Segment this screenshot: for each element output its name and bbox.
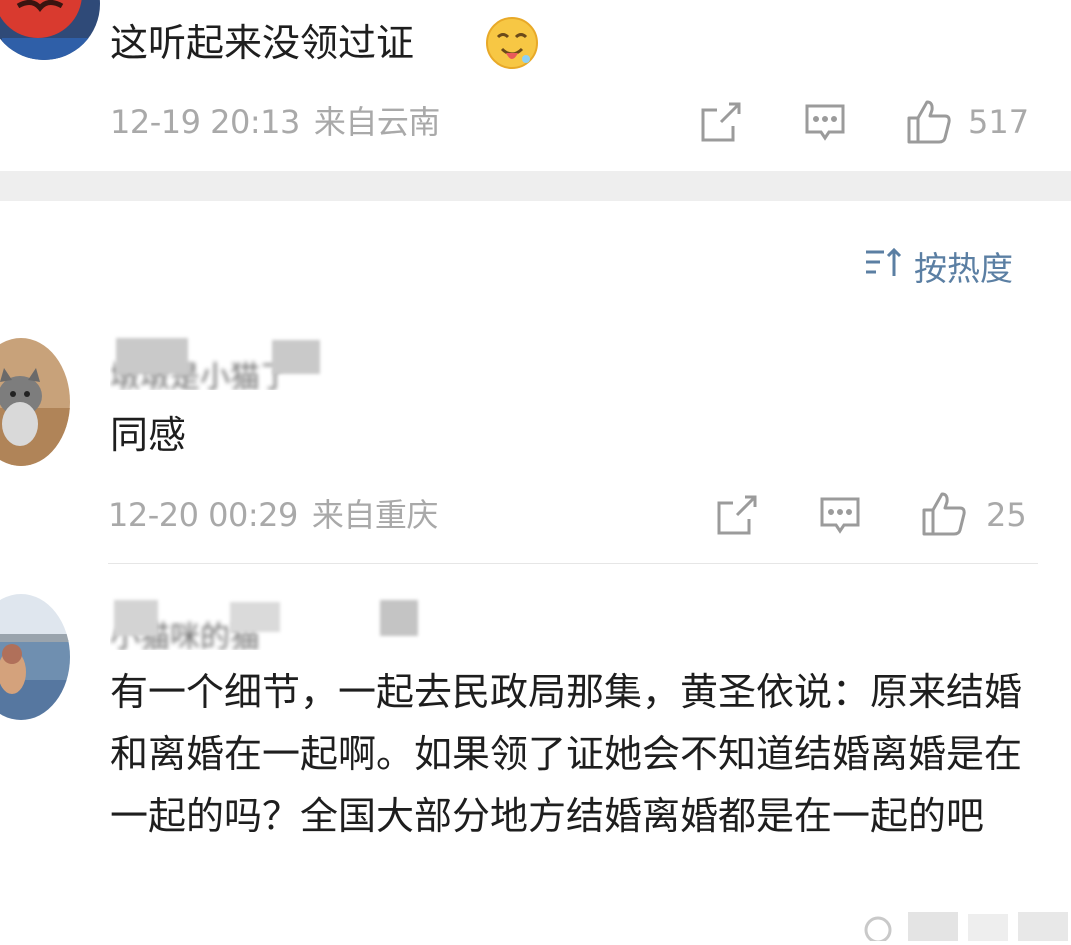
redaction-block — [114, 600, 158, 636]
section-separator — [0, 171, 1071, 201]
username[interactable]: 墩墩是小猫了 — [110, 330, 370, 390]
comment-divider — [108, 563, 1038, 564]
like-icon[interactable] — [905, 98, 953, 146]
redaction-block — [230, 602, 280, 632]
sort-descending-icon — [864, 246, 914, 286]
comment-time: 12-20 00:29 — [108, 496, 298, 534]
comment-meta: 12-20 00:29 来自重庆 — [108, 495, 438, 535]
comment-time: 12-19 20:13 — [110, 103, 300, 141]
comment-location: 来自云南 — [313, 103, 441, 141]
comment-icon[interactable] — [803, 100, 847, 144]
redaction-block — [272, 340, 320, 374]
comment-icon[interactable] — [818, 493, 862, 537]
avatar[interactable] — [0, 338, 70, 466]
like-icon[interactable] — [920, 490, 968, 538]
watermark — [858, 904, 1071, 944]
avatar-image — [0, 0, 100, 60]
redaction-block — [116, 338, 188, 374]
username[interactable]: 小猫咪的猫 — [110, 590, 430, 650]
comment-location: 来自重庆 — [311, 496, 439, 534]
like-count: 517 — [968, 103, 1030, 141]
comment-text: 这听起来没领过证 — [110, 21, 415, 65]
share-icon[interactable] — [715, 493, 759, 537]
redaction-block — [380, 600, 418, 636]
comment-text: 同感 — [110, 413, 187, 457]
sort-toggle-button[interactable]: 按热度 — [864, 243, 1013, 289]
avatar-image — [0, 338, 70, 466]
avatar[interactable] — [0, 0, 100, 60]
comment-meta: 12-19 20:13 来自云南 — [110, 102, 440, 142]
drooling-face-emoji-icon — [484, 15, 540, 71]
sort-label: 按热度 — [914, 249, 1013, 288]
avatar[interactable] — [0, 594, 70, 720]
comment-text: 有一个细节，一起去民政局那集，黄圣依说：原来结婚和离婚在一起啊。如果领了证她会不… — [110, 670, 1023, 838]
avatar-image — [0, 594, 70, 720]
like-count: 25 — [986, 496, 1027, 534]
share-icon[interactable] — [699, 100, 743, 144]
